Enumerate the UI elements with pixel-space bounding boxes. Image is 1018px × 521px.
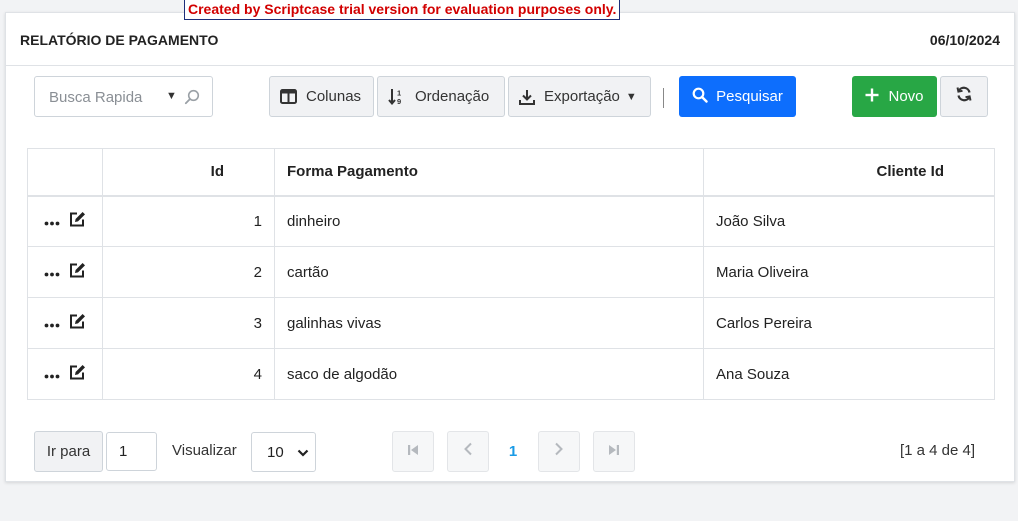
table-row: 4 saco de algodão Ana Souza <box>27 348 995 400</box>
first-page-button[interactable] <box>392 431 434 472</box>
row-actions <box>27 297 103 349</box>
last-page-icon <box>608 443 620 461</box>
search-label: Pesquisar <box>716 88 783 105</box>
page-size-select[interactable]: 10 <box>251 432 316 472</box>
last-page-button[interactable] <box>593 431 635 472</box>
edit-icon[interactable] <box>69 364 86 384</box>
caret-down-icon[interactable]: ▼ <box>166 90 177 102</box>
report-panel: RELATÓRIO DE PAGAMENTO 06/10/2024 Busca … <box>5 12 1015 482</box>
refresh-button[interactable] <box>940 76 988 117</box>
cell-forma-pagamento: saco de algodão <box>274 348 704 400</box>
table-row: 2 cartão Maria Oliveira <box>27 246 995 298</box>
quick-search-placeholder: Busca Rapida <box>49 89 143 106</box>
cell-cliente-id: Maria Oliveira <box>703 246 995 298</box>
toolbar-divider <box>663 88 664 108</box>
table-row: 3 galinhas vivas Carlos Pereira <box>27 297 995 349</box>
page-size-value: 10 <box>267 443 284 461</box>
column-header-forma-pagamento[interactable]: Forma Pagamento <box>274 148 704 197</box>
page-title: RELATÓRIO DE PAGAMENTO <box>20 32 219 48</box>
cell-id: 3 <box>102 297 275 349</box>
new-button[interactable]: Novo <box>852 76 937 117</box>
cell-forma-pagamento: galinhas vivas <box>274 297 704 349</box>
table-header-row: Id Forma Pagamento Cliente Id <box>27 148 995 197</box>
refresh-icon <box>956 86 972 107</box>
cell-cliente-id: João Silva <box>703 195 995 247</box>
export-button[interactable]: Exportação ▼ <box>508 76 651 117</box>
sort-icon: 19 <box>388 88 406 105</box>
cell-id: 2 <box>102 246 275 298</box>
columns-label: Colunas <box>306 88 362 105</box>
page-size-label: Visualizar <box>172 442 237 459</box>
row-actions <box>27 246 103 298</box>
search-button[interactable]: Pesquisar <box>679 76 796 117</box>
row-actions <box>27 348 103 400</box>
column-header-actions <box>27 148 103 197</box>
chevron-down-icon <box>297 446 309 463</box>
ellipsis-icon[interactable] <box>44 315 60 332</box>
record-range: [1 a 4 de 4] <box>899 442 975 459</box>
edit-icon[interactable] <box>69 211 86 231</box>
quick-search-input[interactable]: Busca Rapida ▼ <box>34 76 213 117</box>
previous-page-button[interactable] <box>447 431 489 472</box>
payment-table: Id Forma Pagamento Cliente Id 1 dinheiro… <box>27 148 995 400</box>
cell-cliente-id: Carlos Pereira <box>703 297 995 349</box>
ellipsis-icon[interactable] <box>44 213 60 230</box>
next-page-button[interactable] <box>538 431 580 472</box>
cell-forma-pagamento: cartão <box>274 246 704 298</box>
export-label: Exportação <box>544 88 620 105</box>
chevron-right-icon <box>554 442 564 461</box>
table-row: 1 dinheiro João Silva <box>27 195 995 247</box>
search-icon[interactable] <box>184 89 200 110</box>
column-header-cliente-id[interactable]: Cliente Id <box>703 148 995 197</box>
trial-banner: Created by Scriptcase trial version for … <box>184 0 621 20</box>
edit-icon[interactable] <box>69 313 86 333</box>
svg-text:9: 9 <box>397 97 401 105</box>
cell-cliente-id: Ana Souza <box>703 348 995 400</box>
caret-down-icon: ▼ <box>625 90 637 103</box>
new-label: Novo <box>888 88 924 105</box>
search-icon <box>692 87 708 107</box>
cell-forma-pagamento: dinheiro <box>274 195 704 247</box>
sort-button[interactable]: 19 Ordenação <box>377 76 505 117</box>
edit-icon[interactable] <box>69 262 86 282</box>
goto-page-input[interactable] <box>106 432 157 471</box>
current-page[interactable]: 1 <box>498 431 528 472</box>
report-date: 06/10/2024 <box>929 32 1000 48</box>
first-page-icon <box>407 443 419 461</box>
sort-label: Ordenação <box>415 88 490 105</box>
panel-header: RELATÓRIO DE PAGAMENTO 06/10/2024 <box>6 13 1014 66</box>
chevron-left-icon <box>463 442 473 461</box>
plus-icon <box>865 88 879 106</box>
columns-icon <box>280 89 297 104</box>
goto-page-button[interactable]: Ir para <box>34 431 103 472</box>
columns-button[interactable]: Colunas <box>269 76 374 117</box>
cell-id: 1 <box>102 195 275 247</box>
cell-id: 4 <box>102 348 275 400</box>
ellipsis-icon[interactable] <box>44 264 60 281</box>
download-icon <box>519 89 535 105</box>
column-header-id[interactable]: Id <box>102 148 275 197</box>
ellipsis-icon[interactable] <box>44 366 60 383</box>
row-actions <box>27 195 103 247</box>
